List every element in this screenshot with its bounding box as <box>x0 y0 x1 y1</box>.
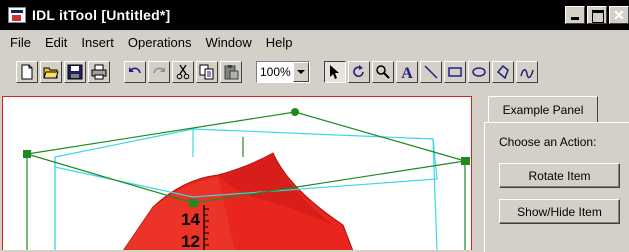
paste-icon <box>224 65 239 80</box>
example-panel: Example Panel Choose an Action: Rotate I… <box>480 94 629 252</box>
chevron-down-icon[interactable] <box>293 62 309 82</box>
oval-tool-button[interactable] <box>468 61 490 83</box>
menu-window[interactable]: Window <box>205 35 251 50</box>
visualization-canvas[interactable]: 14 12 <box>2 96 472 250</box>
app-icon[interactable] <box>8 7 26 23</box>
rotate-tool-button[interactable] <box>348 61 370 83</box>
action-prompt: Choose an Action: <box>499 135 597 149</box>
print-button[interactable] <box>88 61 110 83</box>
surface-plot[interactable]: 14 12 <box>3 97 472 250</box>
redo-icon <box>153 67 165 74</box>
selection-handle[interactable] <box>291 108 299 116</box>
selection-handle[interactable] <box>189 199 198 207</box>
copy-button[interactable] <box>196 61 218 83</box>
show-hide-item-button[interactable]: Show/Hide Item <box>499 199 620 224</box>
line-tool-button[interactable] <box>420 61 442 83</box>
window-controls: ✕ <box>565 6 629 24</box>
title-bar: IDL itTool [Untitled*] ✕ <box>0 0 629 30</box>
open-folder-icon <box>43 67 59 79</box>
print-icon <box>91 64 107 80</box>
menu-bar: File Edit Insert Operations Window Help <box>0 30 629 54</box>
edit-tool-group <box>124 61 242 83</box>
save-disk-icon <box>67 64 83 80</box>
cut-button[interactable] <box>172 61 194 83</box>
z-tick-label-14: 14 <box>181 210 200 229</box>
menu-edit[interactable]: Edit <box>45 35 67 50</box>
zoom-tool-button[interactable] <box>372 61 394 83</box>
z-tick-label-12: 12 <box>181 232 200 250</box>
oval-icon <box>472 67 486 77</box>
rotate-item-button[interactable]: Rotate Item <box>499 163 620 188</box>
save-button[interactable] <box>64 61 86 83</box>
tab-example-panel[interactable]: Example Panel <box>488 96 598 122</box>
selection-handle[interactable] <box>461 157 470 165</box>
polygon-icon <box>496 64 509 80</box>
file-tool-group <box>16 61 110 83</box>
undo-button[interactable] <box>124 61 146 83</box>
maximize-button[interactable] <box>587 6 607 24</box>
window-title: IDL itTool [Untitled*] <box>32 7 171 23</box>
line-icon <box>424 65 438 79</box>
rotate-icon <box>353 65 364 78</box>
close-button[interactable]: ✕ <box>609 6 629 24</box>
minimize-button[interactable] <box>565 6 585 24</box>
new-file-button[interactable] <box>16 61 38 83</box>
select-tool-button[interactable] <box>324 61 346 83</box>
text-tool-button[interactable]: A <box>396 61 418 83</box>
menu-operations[interactable]: Operations <box>128 35 192 50</box>
zoom-magnifier-icon <box>376 65 390 79</box>
zoom-value: 100% <box>260 65 291 79</box>
zoom-select[interactable]: 100% <box>256 61 310 83</box>
rectangle-icon <box>448 67 462 77</box>
paste-button[interactable] <box>220 61 242 83</box>
panel-body: Choose an Action: Rotate Item Show/Hide … <box>484 122 629 252</box>
rectangle-tool-button[interactable] <box>444 61 466 83</box>
menu-insert[interactable]: Insert <box>81 35 114 50</box>
freehand-tool-button[interactable] <box>516 61 538 83</box>
cut-icon <box>176 64 190 80</box>
annotation-tool-group: A <box>324 61 538 83</box>
undo-icon <box>129 67 141 74</box>
text-icon: A <box>401 65 413 80</box>
polygon-tool-button[interactable] <box>492 61 514 83</box>
select-arrow-icon <box>330 65 339 79</box>
open-button[interactable] <box>40 61 62 83</box>
menu-file[interactable]: File <box>10 35 31 50</box>
copy-icon <box>199 64 214 80</box>
redo-button[interactable] <box>148 61 170 83</box>
selection-handle[interactable] <box>23 150 31 158</box>
new-file-icon <box>21 64 33 80</box>
freehand-icon <box>520 69 534 79</box>
svg-text:A: A <box>401 65 413 80</box>
menu-help[interactable]: Help <box>266 35 293 50</box>
toolbar: 100% A <box>0 56 629 88</box>
